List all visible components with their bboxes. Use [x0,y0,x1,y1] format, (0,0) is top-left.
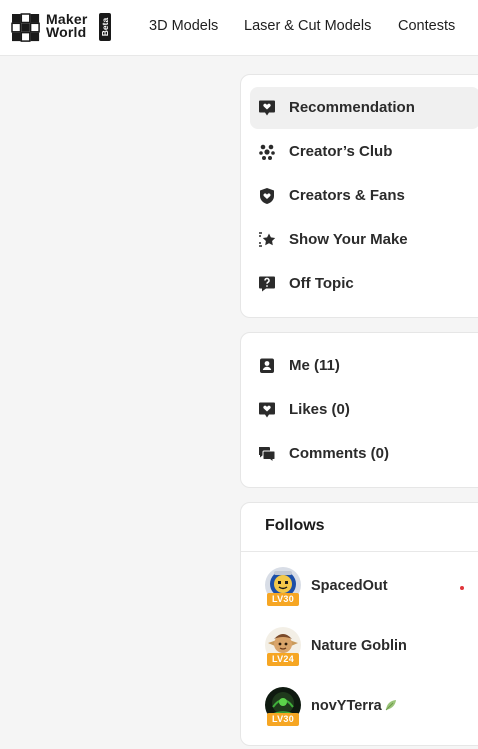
avatar-wrapper: LV30 [265,567,301,607]
menu-label-recommendation: Recommendation [289,99,415,116]
menu-item-creators-club[interactable]: Creator’s Club [250,131,478,173]
comments-icon [259,447,276,463]
menu-label-creators-club: Creator’s Club [289,143,393,160]
level-badge: LV30 [267,593,299,606]
menu-item-me[interactable]: Me (11) [250,345,478,387]
follow-name: novYTerra [311,698,398,714]
beta-badge: Beta [99,13,111,41]
leaf-icon [385,700,396,711]
menu-item-likes[interactable]: Likes (0) [250,389,478,431]
like-bubble-icon [259,402,275,418]
avatar-wrapper: LV24 [265,627,301,667]
avatar-wrapper: LV30 [265,687,301,727]
menu-item-creators-fans[interactable]: Creators & Fans [250,175,478,217]
logo-wordmark: Maker World [46,12,87,40]
menu-item-show-your-make[interactable]: Show Your Make [250,219,478,261]
level-badge: LV24 [267,653,299,666]
follow-row-nature-goblin[interactable]: LV24 Nature Goblin [265,627,478,669]
follows-divider [241,551,478,552]
menu-label-creators-fans: Creators & Fans [289,187,405,204]
nav-3d-models[interactable]: 3D Models [149,18,218,34]
follows-title: Follows [265,517,325,534]
menu-label-comments: Comments (0) [289,445,390,462]
nav-contests[interactable]: Contests [398,18,455,34]
level-badge: LV30 [267,713,299,726]
menu-label-off-topic: Off Topic [289,275,354,292]
menu-item-comments[interactable]: Comments (0) [250,433,478,475]
unread-dot [460,586,464,590]
follow-name: Nature Goblin [311,638,407,654]
follow-row-spacedout[interactable]: LV30 SpacedOut [265,567,478,609]
nav-laser-cut-models[interactable]: Laser & Cut Models [244,18,371,34]
club-dots-icon [259,144,275,160]
menu-item-recommendation[interactable]: Recommendation [250,87,478,129]
star-frame-icon [259,232,276,247]
menu-label-show-your-make: Show Your Make [289,231,408,248]
makerworld-cube-icon [11,13,40,42]
menu-label-me: Me (11) [289,357,340,374]
heart-bubble-icon [259,100,275,116]
beta-badge-label: Beta [100,17,110,37]
top-header: Maker World Beta 3D Models Laser & Cut M… [0,0,478,56]
personal-menu: Me (11) Likes (0) Comments (0) [240,332,478,488]
makerworld-logo[interactable]: Maker World Beta [11,12,111,42]
menu-item-off-topic[interactable]: Off Topic [250,263,478,305]
logo-line-2: World [46,24,87,40]
follow-name-text: novYTerra [311,698,382,714]
heart-shield-icon [260,188,274,204]
question-bubble-icon [259,276,275,292]
menu-label-likes: Likes (0) [289,401,350,418]
follow-row-novyterra[interactable]: LV30 novYTerra [265,687,478,729]
category-menu: Recommendation Creator’s Club Creators &… [240,74,478,318]
follows-panel: Follows LV30 SpacedOut LV24 Nature Gobli… [240,502,478,746]
follow-name: SpacedOut [311,578,388,594]
user-badge-icon [260,358,274,373]
